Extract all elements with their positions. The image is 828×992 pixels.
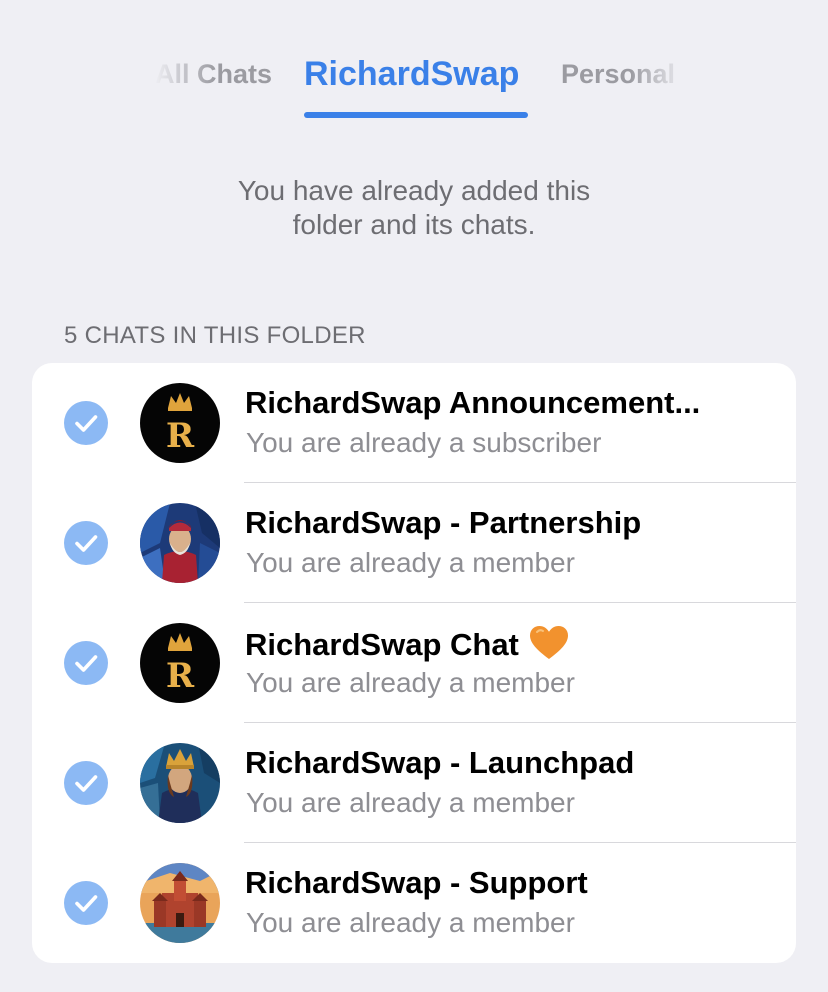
active-tab-indicator [304,112,528,118]
checkmark-icon[interactable] [64,881,108,925]
chat-subtitle: You are already a member [246,547,575,578]
chat-title: RichardSwap - Launchpad [245,745,635,780]
checkmark-icon[interactable] [64,401,108,445]
chat-subtitle: You are already a member [246,907,575,938]
svg-text:R: R [166,656,195,696]
checkmark-icon[interactable] [64,761,108,805]
section-header: 5 CHATS IN THIS FOLDER [64,322,366,349]
tab-all-chats-label: All Chats [154,59,272,89]
stained-glass-castle-avatar [140,863,220,943]
tab-personal-label: Personal [561,59,676,89]
svg-text:R: R [166,416,195,456]
checkmark-icon[interactable] [64,641,108,685]
chat-title: RichardSwap Chat [245,625,775,669]
folder-info-text: You have already added this folder and i… [0,174,828,242]
chat-subtitle: You are already a subscriber [246,427,602,458]
folder-sheet: All Chats RichardSwap Personal You have … [0,0,828,992]
crown-r-logo-avatar: R [140,383,220,463]
tab-all-chats[interactable]: All Chats [146,54,272,98]
tab-richardswap[interactable]: RichardSwap [304,55,519,94]
chat-row-chat[interactable]: R RichardSwap Chat You are already a mem… [32,603,796,723]
chat-title-text: RichardSwap Chat [245,627,519,662]
chat-title: RichardSwap - Partnership [245,505,642,540]
chat-row-announcements[interactable]: R RichardSwap Announcement... You are al… [32,363,796,483]
chat-subtitle: You are already a member [246,787,575,818]
stained-glass-bishop-avatar [140,503,220,583]
chat-subtitle: You are already a member [246,667,575,698]
crown-r-logo-avatar: R [140,623,220,703]
orange-heart-icon [529,625,569,669]
folder-tabs: All Chats RichardSwap Personal [0,54,828,120]
chat-row-partnership[interactable]: RichardSwap - Partnership You are alread… [32,483,796,603]
chat-list: R RichardSwap Announcement... You are al… [32,363,796,963]
tab-personal[interactable]: Personal [561,54,685,98]
folder-info-line-2: folder and its chats. [292,209,536,240]
chat-row-support[interactable]: RichardSwap - Support You are already a … [32,843,796,963]
checkmark-icon[interactable] [64,521,108,565]
stained-glass-king-avatar [140,743,220,823]
chat-title: RichardSwap Announcement... [245,385,701,420]
chat-row-launchpad[interactable]: RichardSwap - Launchpad You are already … [32,723,796,843]
folder-info-line-1: You have already added this [237,175,591,206]
chat-title: RichardSwap - Support [245,865,588,900]
